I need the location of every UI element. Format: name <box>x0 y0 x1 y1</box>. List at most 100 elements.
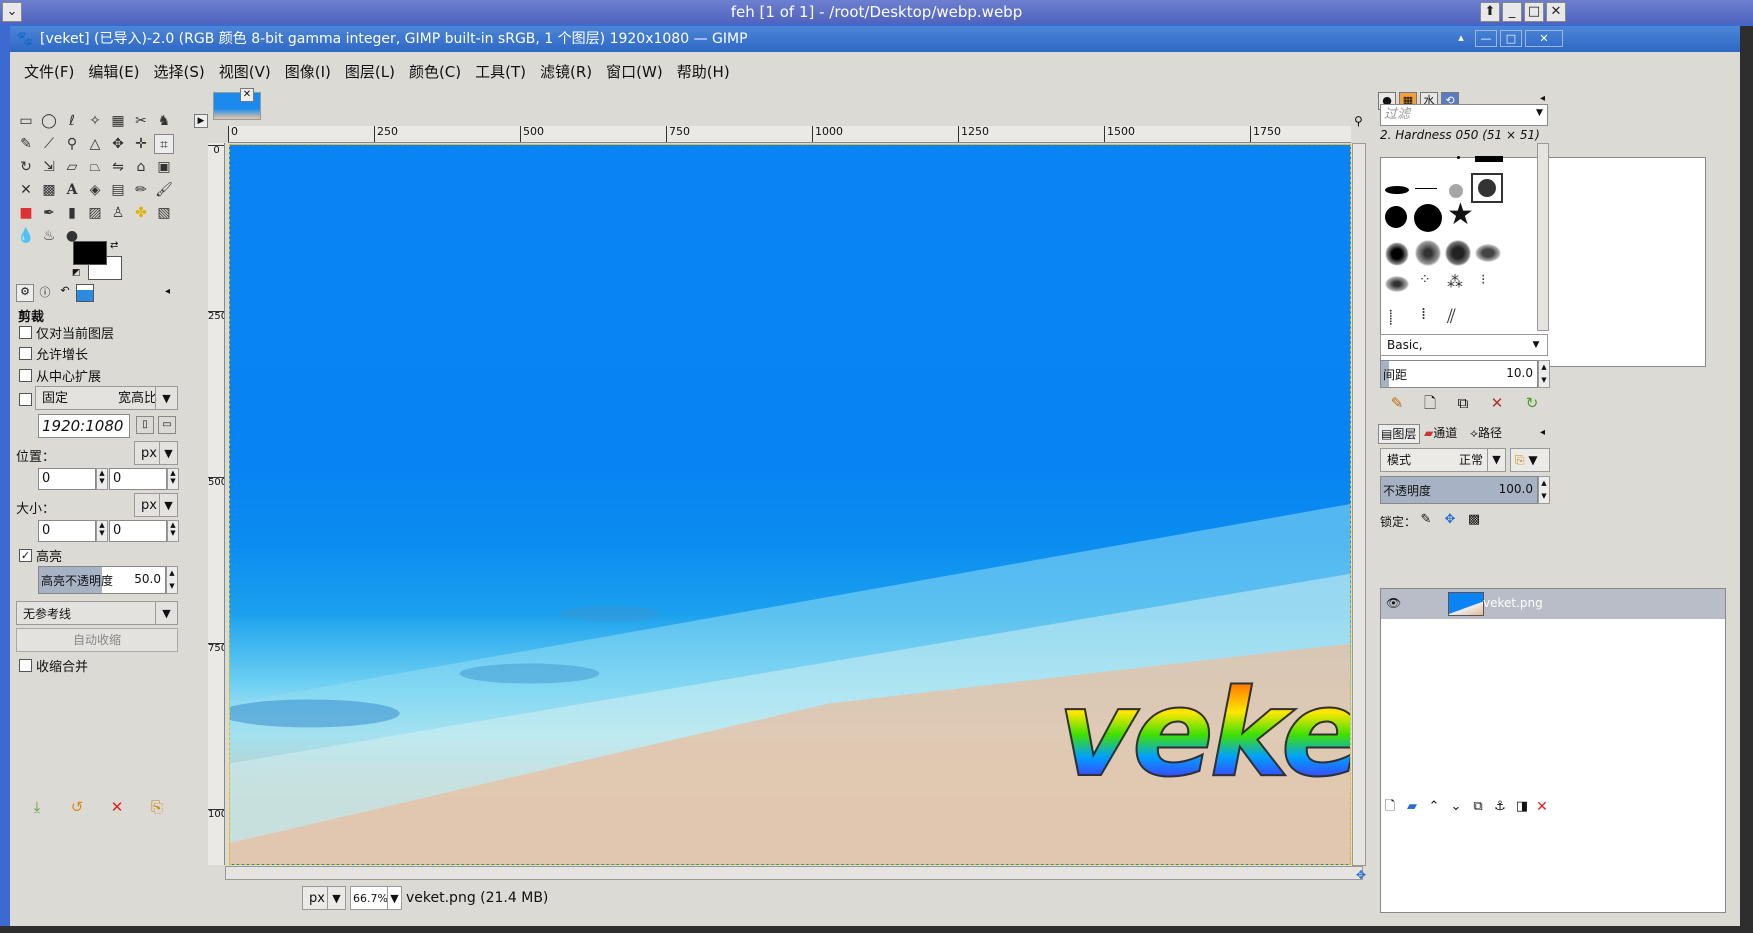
blur-icon[interactable]: ▧ <box>154 203 174 223</box>
scale-icon[interactable]: ⇲ <box>39 157 59 177</box>
menu-windows[interactable]: 窗口(W) <box>606 61 663 82</box>
brush-item[interactable] <box>1475 156 1503 162</box>
brush-scrollbar[interactable] <box>1537 143 1549 331</box>
size-x-stepper[interactable]: ▲ ▼ <box>96 520 108 542</box>
text-tool-icon[interactable]: A <box>62 180 82 200</box>
close-tab-icon[interactable]: ✕ <box>240 88 254 102</box>
delete-options-icon[interactable]: ✕ <box>107 797 127 817</box>
feh-raise-button[interactable]: ⬆ <box>1480 2 1500 22</box>
configure-tab-icon[interactable]: ◂ <box>165 286 170 297</box>
perspective-icon[interactable]: ⏢ <box>85 157 105 177</box>
menu-file[interactable]: 文件(F) <box>24 61 74 82</box>
brush-item[interactable]: ⸽ <box>1389 308 1393 327</box>
warp-icon[interactable]: ▣ <box>154 157 174 177</box>
menu-help[interactable]: 帮助(H) <box>677 61 730 82</box>
size-y-input[interactable]: 0 <box>109 520 167 542</box>
menu-layer[interactable]: 图层(L) <box>345 61 395 82</box>
brush-item[interactable]: ⁞ <box>1421 304 1426 323</box>
zoom-fit-icon[interactable]: ⚲ <box>1354 114 1363 128</box>
mask-layer-icon[interactable]: ◨ <box>1512 797 1532 817</box>
menu-image[interactable]: 图像(I) <box>285 61 331 82</box>
allow-growing-checkbox[interactable] <box>19 347 32 360</box>
brush-item[interactable]: ⁂ <box>1447 272 1463 291</box>
aspect-ratio-input[interactable]: 1920:1080 <box>38 414 130 438</box>
perspective-clone-icon[interactable]: ✤ <box>131 203 151 223</box>
crop-icon[interactable]: ⌗ <box>154 134 174 154</box>
menu-select[interactable]: 选择(S) <box>154 61 205 82</box>
composite-mode-button[interactable]: ⎘ ▼ <box>1510 448 1550 472</box>
new-layer-icon[interactable]: 🗋 <box>1380 797 1400 817</box>
menu-colors[interactable]: 颜色(C) <box>409 61 461 82</box>
tool-options-tab-icon[interactable]: ⚙ <box>16 284 34 302</box>
brush-item[interactable] <box>1445 240 1471 266</box>
brush-item[interactable]: ⁘ <box>1419 272 1431 288</box>
new-layer-group-icon[interactable]: ▰ <box>1402 797 1422 817</box>
spacing-slider[interactable]: 间距 10.0 <box>1380 360 1538 388</box>
lock-pixels-icon[interactable]: ✎ <box>1416 510 1436 530</box>
feh-close-button[interactable]: ✕ <box>1546 2 1566 22</box>
size-x-input[interactable]: 0 <box>38 520 96 542</box>
gradient-icon[interactable]: ▤ <box>108 180 128 200</box>
menu-edit[interactable]: 编辑(E) <box>88 61 139 82</box>
expand-from-center-checkbox[interactable] <box>19 369 32 382</box>
size-y-stepper[interactable]: ▲ ▼ <box>167 520 179 542</box>
align-icon[interactable]: ✛ <box>131 134 151 154</box>
brush-item[interactable] <box>1385 276 1409 292</box>
delete-layer-icon[interactable]: ✕ <box>1532 797 1552 817</box>
highlight-opacity-slider[interactable]: 高亮不透明度 50.0 <box>38 566 166 594</box>
default-colors-icon[interactable]: ◩ <box>72 268 81 278</box>
menu-filters[interactable]: 滤镜(R) <box>540 61 592 82</box>
fixed-checkbox[interactable] <box>19 393 32 406</box>
paintbrush-icon[interactable]: 🖌 <box>154 180 174 200</box>
clone-icon[interactable]: ▨ <box>85 203 105 223</box>
landscape-icon[interactable]: ▭ <box>158 416 176 434</box>
paths-tab[interactable]: ⟡路径 <box>1468 424 1512 444</box>
guides-combo[interactable]: 无参考线 ▼ <box>16 601 178 625</box>
restore-options-icon[interactable]: ↺ <box>67 797 87 817</box>
navigate-icon[interactable]: ✥ <box>1356 868 1366 882</box>
configure-tab-icon[interactable]: ◂ <box>1540 427 1545 438</box>
brush-item[interactable] <box>1475 244 1501 262</box>
brush-item[interactable] <box>1385 242 1409 266</box>
brush-item[interactable] <box>1385 186 1409 194</box>
auto-shrink-button[interactable]: 自动收缩 <box>16 628 178 652</box>
position-x-stepper[interactable]: ▲ ▼ <box>96 468 108 490</box>
duplicate-layer-icon[interactable]: ⧉ <box>1468 797 1488 817</box>
star-brush-icon[interactable]: ★ <box>1447 200 1474 230</box>
free-select-icon[interactable]: ℓ <box>62 111 82 131</box>
brush-item[interactable] <box>1449 184 1463 198</box>
flip-icon[interactable]: ⇋ <box>108 157 128 177</box>
menu-tools[interactable]: 工具(T) <box>475 61 526 82</box>
fuzzy-select-icon[interactable]: ✧ <box>85 111 105 131</box>
foreground-select-icon[interactable]: ♞ <box>154 111 174 131</box>
smudge-icon[interactable]: 💧 <box>16 226 36 246</box>
position-y-stepper[interactable]: ▲ ▼ <box>167 468 179 490</box>
gimp-maximize-button[interactable]: □ <box>1500 30 1522 47</box>
device-status-tab-icon[interactable]: ⓘ <box>36 284 54 302</box>
spacing-stepper[interactable]: ▲ ▼ <box>1538 360 1550 388</box>
visibility-eye-icon[interactable]: 👁 <box>1386 596 1401 610</box>
brush-preset-combo[interactable]: Basic, ▼ <box>1380 334 1548 356</box>
new-brush-icon[interactable]: 🗋 <box>1420 393 1440 413</box>
position-x-input[interactable]: 0 <box>38 468 96 490</box>
zoom-icon[interactable]: ⚲ <box>62 134 82 154</box>
fixed-mode-combo[interactable]: 固定 宽高比 ▼ <box>35 386 178 410</box>
foreground-color-swatch[interactable] <box>73 241 107 265</box>
airbrush-icon[interactable]: ✒ <box>39 203 59 223</box>
color-select-icon[interactable]: ▦ <box>108 111 128 131</box>
gimp-close-button[interactable]: ✕ <box>1525 30 1563 47</box>
save-options-icon[interactable]: ⤓ <box>27 797 47 817</box>
feh-minimize-button[interactable]: _ <box>1502 2 1522 22</box>
scissors-icon[interactable]: ✂ <box>131 111 151 131</box>
highlight-opacity-stepper[interactable]: ▲ ▼ <box>166 566 178 594</box>
layers-tab[interactable]: ▤图层 <box>1378 424 1420 444</box>
eraser-icon[interactable]: ■ <box>16 203 36 223</box>
brush-item[interactable] <box>1385 206 1407 228</box>
ellipse-select-icon[interactable]: ◯ <box>39 111 59 131</box>
image-menu-icon[interactable]: ▶ <box>194 114 208 128</box>
move-icon[interactable]: ✥ <box>108 134 128 154</box>
brush-item[interactable] <box>1415 240 1441 266</box>
vertical-scrollbar[interactable] <box>1352 143 1366 866</box>
handle-transform-icon[interactable]: ▩ <box>39 180 59 200</box>
layer-opacity-slider[interactable]: 不透明度 100.0 <box>1380 476 1538 504</box>
